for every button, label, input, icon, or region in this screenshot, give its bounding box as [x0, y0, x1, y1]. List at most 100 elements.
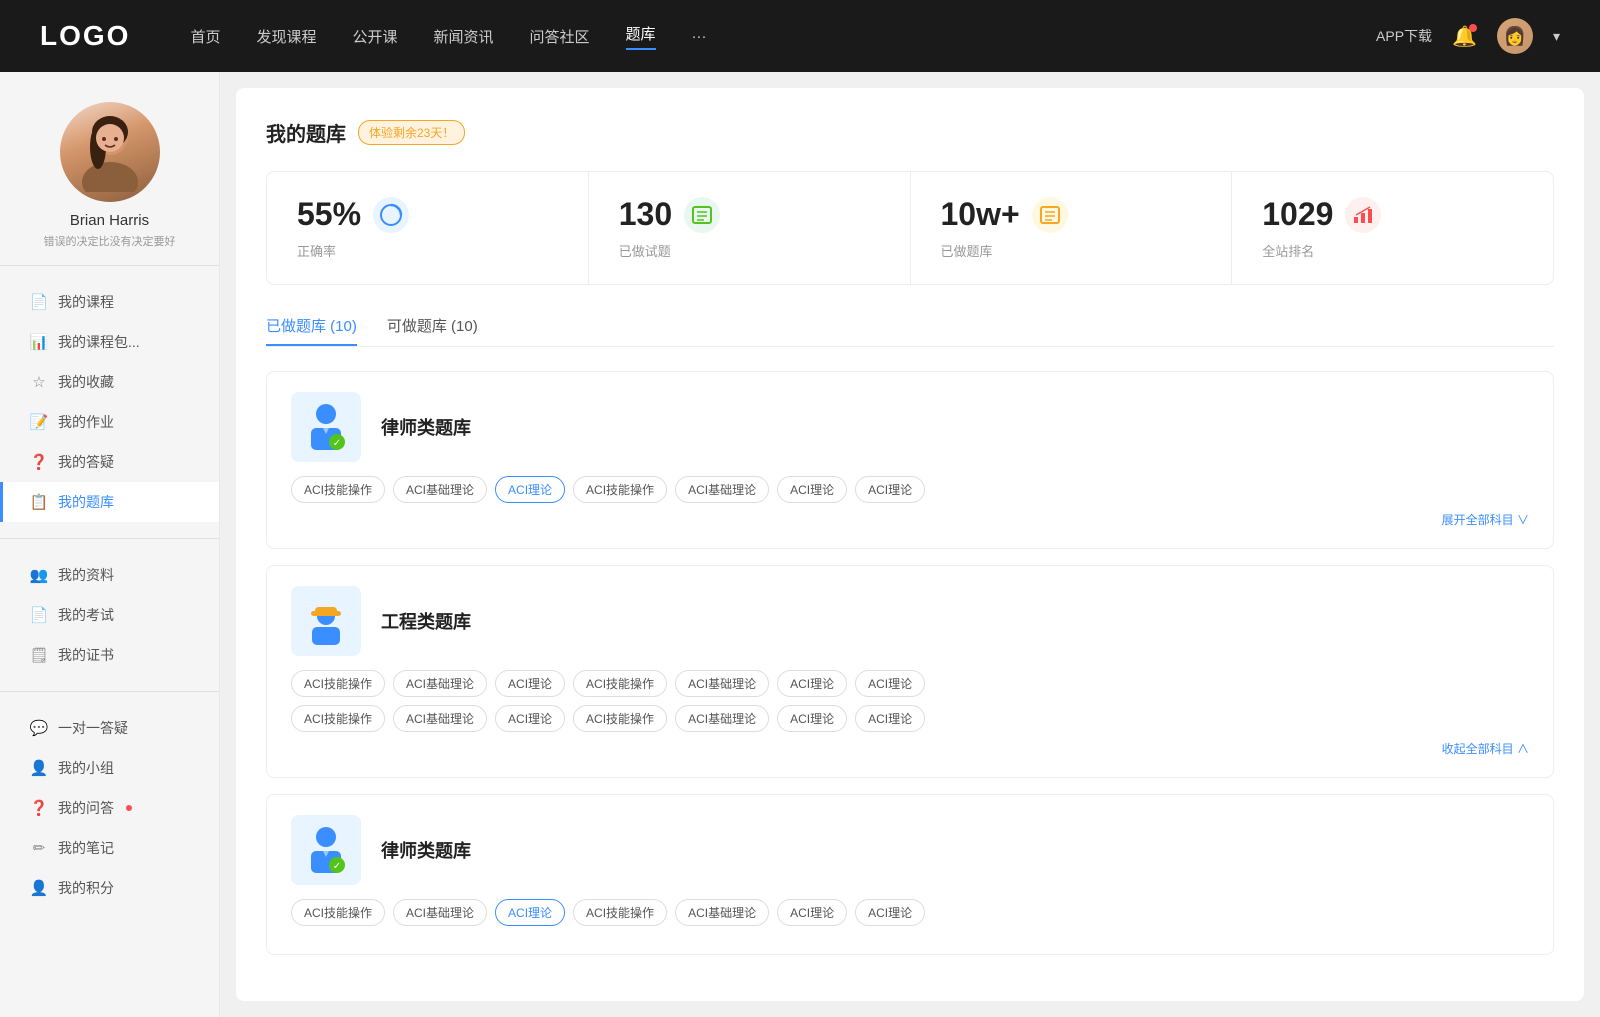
tag-eng1-r2-4[interactable]: ACI基础理论 — [675, 705, 769, 732]
nav-news[interactable]: 新闻资讯 — [434, 26, 494, 47]
nav-more[interactable]: ··· — [692, 28, 707, 45]
tag-eng1-r1-6[interactable]: ACI理论 — [855, 670, 925, 697]
questions-icon: ❓ — [30, 799, 48, 817]
navbar-right: APP下载 🔔 👩 ▾ — [1376, 18, 1560, 54]
group-icon: 👤 — [30, 759, 48, 777]
tag-eng1-r2-3[interactable]: ACI技能操作 — [573, 705, 667, 732]
tag-lawyer1-0[interactable]: ACI技能操作 — [291, 476, 385, 503]
stat-ranking-top: 1029 — [1262, 196, 1523, 233]
notification-dot — [1469, 24, 1477, 32]
sidebar: Brian Harris 错误的决定比没有决定要好 📄 我的课程 📊 我的课程包… — [0, 72, 220, 1017]
tags-row-lawyer1: ACI技能操作 ACI基础理论 ACI理论 ACI技能操作 ACI基础理论 AC… — [291, 476, 1529, 503]
tag-eng1-r2-6[interactable]: ACI理论 — [855, 705, 925, 732]
category-header-engineer1: 工程类题库 — [291, 586, 1529, 656]
category-card-lawyer2: ✓ 律师类题库 ACI技能操作 ACI基础理论 ACI理论 ACI技能操作 AC… — [266, 794, 1554, 955]
tab-available-banks[interactable]: 可做题库 (10) — [387, 315, 478, 346]
avatar[interactable]: 👩 — [1497, 18, 1533, 54]
sidebar-divider-2 — [0, 538, 219, 539]
notification-bell[interactable]: 🔔 — [1452, 24, 1477, 49]
tag-lawyer1-1[interactable]: ACI基础理论 — [393, 476, 487, 503]
tab-done-banks[interactable]: 已做题库 (10) — [266, 315, 357, 346]
tag-lawyer2-6[interactable]: ACI理论 — [855, 899, 925, 926]
tags-row-engineer1-row2: ACI技能操作 ACI基础理论 ACI理论 ACI技能操作 ACI基础理论 AC… — [291, 705, 1529, 732]
category-icon-lawyer1: ✓ — [291, 392, 361, 462]
sidebar-item-my-questions[interactable]: ❓ 我的问答 — [0, 788, 219, 828]
expand-link-lawyer1[interactable]: 展开全部科目 ∨ — [291, 511, 1529, 528]
stats-row: 55% 正确率 130 — [266, 171, 1554, 285]
tag-lawyer1-2[interactable]: ACI理论 — [495, 476, 565, 503]
tag-eng1-r1-0[interactable]: ACI技能操作 — [291, 670, 385, 697]
main-content: 我的题库 体验剩余23天！ 55% 正确率 13 — [236, 88, 1584, 1001]
nav-home[interactable]: 首页 — [190, 26, 220, 47]
stat-accuracy-label: 正确率 — [297, 241, 558, 260]
sidebar-item-my-exam[interactable]: 📄 我的考试 — [0, 595, 219, 635]
app-download-button[interactable]: APP下载 — [1376, 26, 1432, 46]
tag-lawyer2-1[interactable]: ACI基础理论 — [393, 899, 487, 926]
tag-lawyer1-5[interactable]: ACI理论 — [777, 476, 847, 503]
page-title: 我的题库 — [266, 118, 346, 147]
tags-row-engineer1-row1: ACI技能操作 ACI基础理论 ACI理论 ACI技能操作 ACI基础理论 AC… — [291, 670, 1529, 697]
page-title-row: 我的题库 体验剩余23天！ — [266, 118, 1554, 147]
tag-lawyer2-5[interactable]: ACI理论 — [777, 899, 847, 926]
nav-open-course[interactable]: 公开课 — [352, 26, 397, 47]
stat-done-questions-label: 已做试题 — [619, 241, 880, 260]
stat-accuracy: 55% 正确率 — [267, 172, 589, 284]
tag-eng1-r1-4[interactable]: ACI基础理论 — [675, 670, 769, 697]
stat-done-banks-label: 已做题库 — [941, 241, 1202, 260]
tag-eng1-r1-5[interactable]: ACI理论 — [777, 670, 847, 697]
category-card-engineer1: 工程类题库 ACI技能操作 ACI基础理论 ACI理论 ACI技能操作 ACI基… — [266, 565, 1554, 778]
collection-icon: ☆ — [30, 373, 48, 391]
nav-questionbank[interactable]: 题库 — [626, 23, 656, 50]
sidebar-item-my-cert[interactable]: 🗒 我的证书 — [0, 635, 219, 675]
sidebar-item-my-points[interactable]: 👤 我的积分 — [0, 868, 219, 908]
tag-eng1-r2-0[interactable]: ACI技能操作 — [291, 705, 385, 732]
sidebar-item-my-questionbank[interactable]: 📋 我的题库 — [0, 482, 219, 522]
tag-lawyer2-2[interactable]: ACI理论 — [495, 899, 565, 926]
points-icon: 👤 — [30, 879, 48, 897]
svg-text:✓: ✓ — [333, 861, 341, 872]
sidebar-divider-1 — [0, 265, 219, 266]
tag-eng1-r1-1[interactable]: ACI基础理论 — [393, 670, 487, 697]
tag-eng1-r1-3[interactable]: ACI技能操作 — [573, 670, 667, 697]
logo[interactable]: LOGO — [40, 20, 130, 52]
tag-lawyer2-3[interactable]: ACI技能操作 — [573, 899, 667, 926]
tag-lawyer1-3[interactable]: ACI技能操作 — [573, 476, 667, 503]
sidebar-item-my-group[interactable]: 👤 我的小组 — [0, 748, 219, 788]
package-icon: 📊 — [30, 333, 48, 351]
nav-discover[interactable]: 发现课程 — [256, 26, 316, 47]
tag-eng1-r2-5[interactable]: ACI理论 — [777, 705, 847, 732]
tag-eng1-r2-1[interactable]: ACI基础理论 — [393, 705, 487, 732]
sidebar-profile: Brian Harris 错误的决定比没有决定要好 — [0, 102, 219, 249]
tag-eng1-r2-2[interactable]: ACI理论 — [495, 705, 565, 732]
stat-ranking-icon — [1345, 197, 1381, 233]
tag-lawyer1-6[interactable]: ACI理论 — [855, 476, 925, 503]
sidebar-item-my-homework[interactable]: 📝 我的作业 — [0, 402, 219, 442]
sidebar-item-my-collection[interactable]: ☆ 我的收藏 — [0, 362, 219, 402]
nav-qa[interactable]: 问答社区 — [530, 26, 590, 47]
stat-done-questions-value: 130 — [619, 196, 672, 233]
questionbank-icon: 📋 — [30, 493, 48, 511]
sidebar-item-my-profile[interactable]: 👥 我的资料 — [0, 555, 219, 595]
stat-done-banks-icon — [1032, 197, 1068, 233]
sidebar-motto: 错误的决定比没有决定要好 — [24, 233, 196, 249]
svg-text:✓: ✓ — [333, 438, 341, 449]
category-name-lawyer2: 律师类题库 — [381, 837, 471, 863]
stat-accuracy-icon — [373, 197, 409, 233]
tag-eng1-r1-2[interactable]: ACI理论 — [495, 670, 565, 697]
sidebar-item-one-on-one[interactable]: 💬 一对一答疑 — [0, 708, 219, 748]
sidebar-item-my-course[interactable]: 📄 我的课程 — [0, 282, 219, 322]
sidebar-item-my-package[interactable]: 📊 我的课程包... — [0, 322, 219, 362]
one-on-one-icon: 💬 — [30, 719, 48, 737]
sidebar-username: Brian Harris — [70, 212, 149, 229]
tag-lawyer2-4[interactable]: ACI基础理论 — [675, 899, 769, 926]
category-header-lawyer1: ✓ 律师类题库 — [291, 392, 1529, 462]
avatar-dropdown-arrow[interactable]: ▾ — [1553, 28, 1560, 45]
collapse-link-engineer1[interactable]: 收起全部科目 ∧ — [291, 740, 1529, 757]
page-wrap: Brian Harris 错误的决定比没有决定要好 📄 我的课程 📊 我的课程包… — [0, 72, 1600, 1017]
tabs-row: 已做题库 (10) 可做题库 (10) — [266, 315, 1554, 347]
category-name-lawyer1: 律师类题库 — [381, 414, 471, 440]
tag-lawyer1-4[interactable]: ACI基础理论 — [675, 476, 769, 503]
sidebar-item-my-notes[interactable]: ✏ 我的笔记 — [0, 828, 219, 868]
sidebar-item-my-qa[interactable]: ❓ 我的答疑 — [0, 442, 219, 482]
tag-lawyer2-0[interactable]: ACI技能操作 — [291, 899, 385, 926]
